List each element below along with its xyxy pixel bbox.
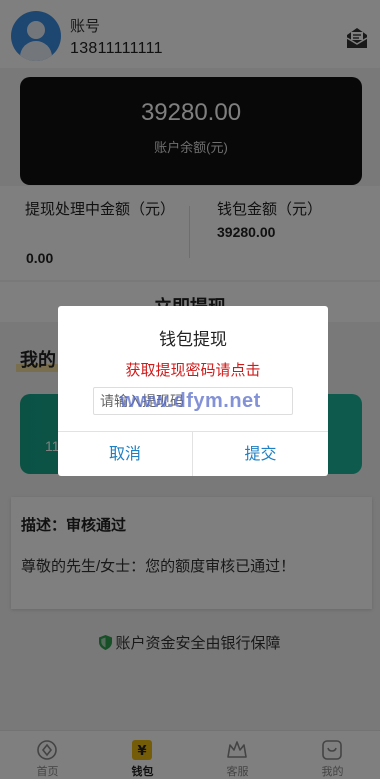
cancel-button[interactable]: 取消 [58,432,193,476]
withdraw-dialog: 钱包提现 获取提现密码请点击 取消 提交 [58,306,328,476]
dialog-footer: 取消 提交 [58,431,328,476]
submit-button[interactable]: 提交 [193,432,328,476]
dialog-title: 钱包提现 [159,330,227,349]
withdraw-code-input[interactable] [93,387,293,415]
get-password-link[interactable]: 获取提现密码请点击 [58,359,328,380]
